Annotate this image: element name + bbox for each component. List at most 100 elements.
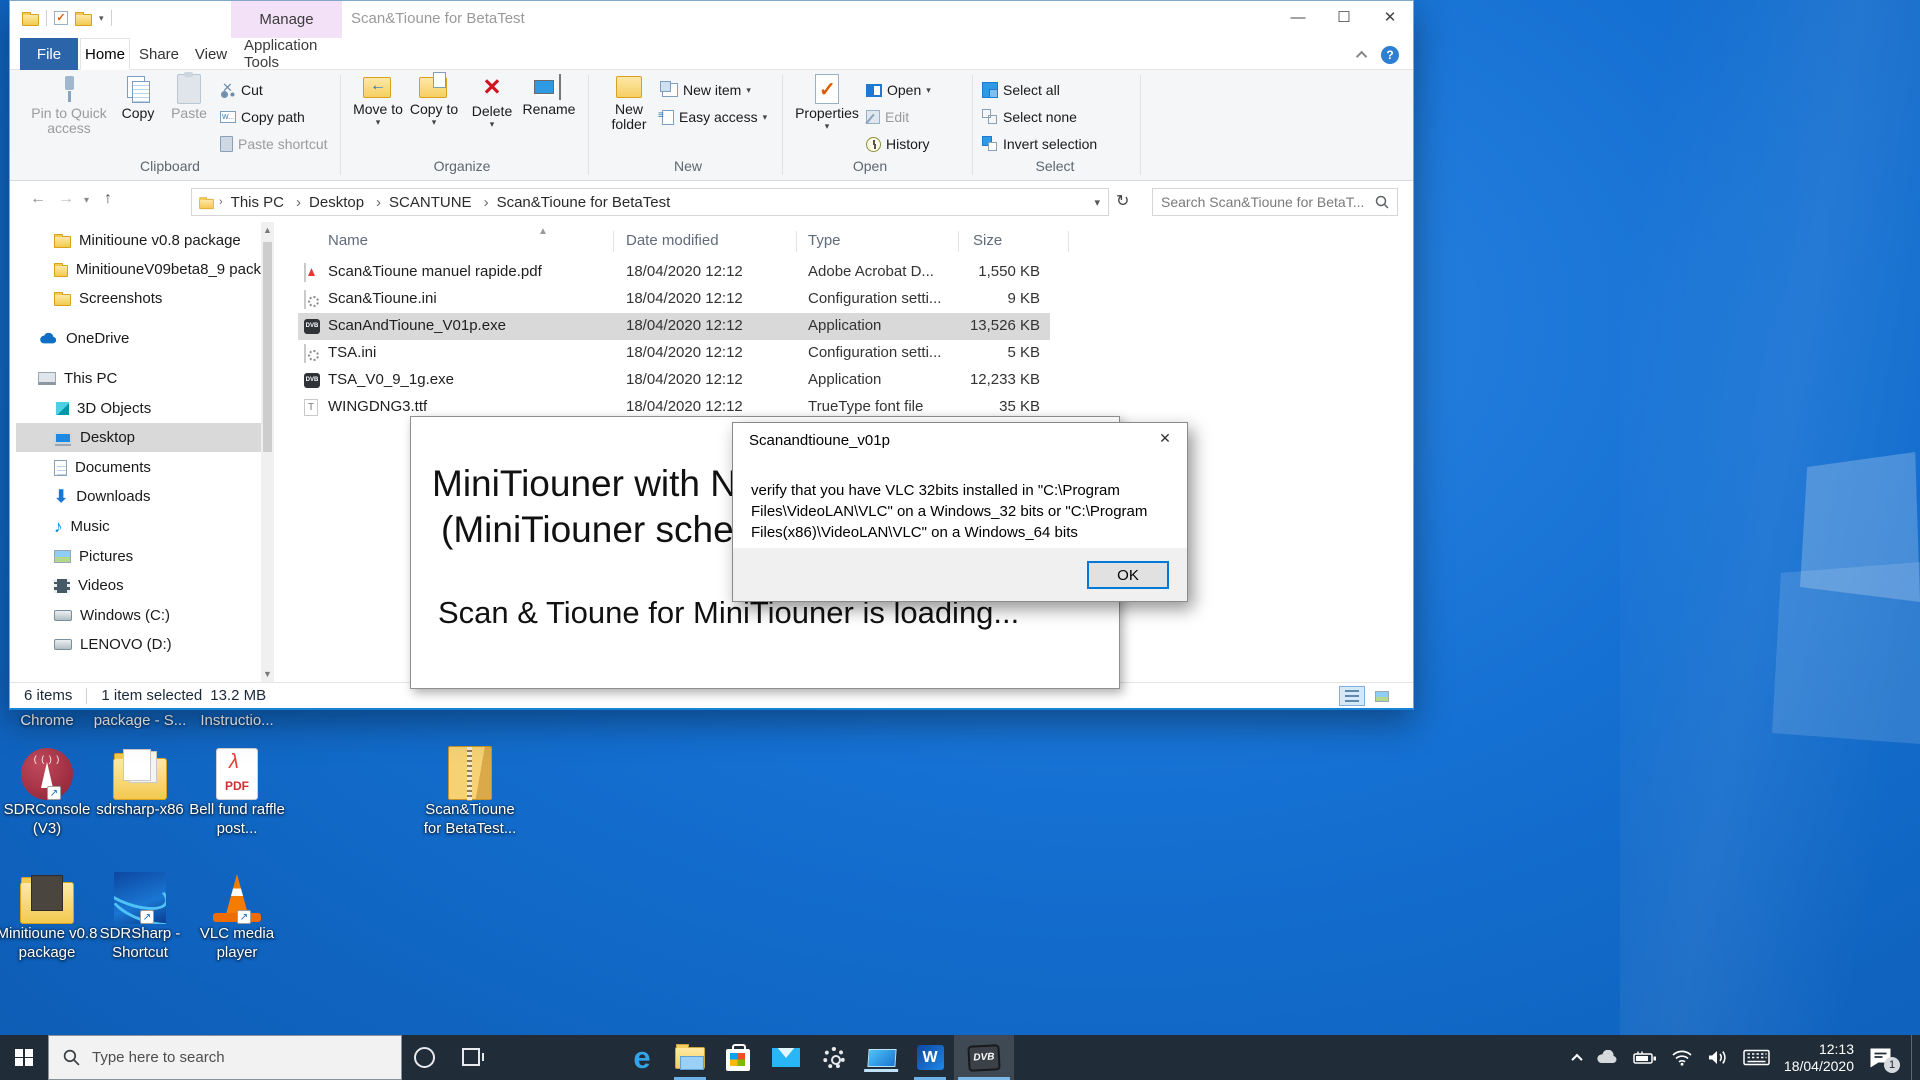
sidebar-item-videos[interactable]: Videos [16,571,261,600]
file-row-exe-selected[interactable]: DVB ScanAndTioune_V01p.exe 18/04/2020 12… [298,313,1050,340]
cut-button[interactable]: Cut [220,79,263,101]
sidebar-item-onedrive[interactable]: OneDrive [16,324,261,353]
sidebar-item-3d-objects[interactable]: 3D Objects [16,394,261,423]
copy-path-button[interactable]: W...Copy path [220,106,305,128]
details-view-button[interactable] [1339,686,1365,706]
column-header-size[interactable]: Size [973,232,1002,249]
customize-qat-arrow-icon[interactable]: ▾ [99,13,104,24]
collapse-ribbon-icon[interactable] [1356,51,1367,62]
select-all-button[interactable]: Select all [982,79,1060,101]
pin-to-quick-access-button[interactable]: Pin to Quick access [26,74,112,136]
sidebar-item-this-pc[interactable]: This PC [16,364,261,393]
desktop-icon-scantioune-zip[interactable]: Scan&Tioune for BetaTest... [415,744,525,838]
maximize-button[interactable]: ☐ [1321,1,1367,33]
rename-button[interactable]: Rename [518,74,580,117]
desktop-label-instructions[interactable]: Instructio... [182,712,292,729]
show-desktop-strip[interactable] [1911,1035,1912,1080]
refresh-icon[interactable]: ↻ [1116,191,1129,211]
properties-quick-icon[interactable]: ✓ [54,11,68,25]
taskbar-mail[interactable] [762,1035,810,1080]
close-button[interactable]: ✕ [1367,1,1413,33]
desktop-icon-vlc[interactable]: ↗ VLC media player [182,868,292,962]
clock[interactable]: 12:13 18/04/2020 [1784,1041,1854,1075]
sidebar-item-windows-c[interactable]: Windows (C:) [16,601,261,630]
new-folder-button[interactable]: New folder [602,74,656,132]
column-header-date[interactable]: Date modified [626,232,719,249]
manage-ribbon-context[interactable]: Manage [231,1,342,38]
breadcrumb-desktop[interactable]: Desktop [292,194,368,211]
tab-application-tools[interactable]: Application Tools [234,38,340,70]
battery-icon[interactable] [1633,1050,1657,1066]
open-button[interactable]: Open▾ [866,79,931,101]
taskbar-dvb-app-active[interactable]: DVB [954,1035,1014,1080]
column-header-name[interactable]: Name [328,232,368,249]
scroll-up-icon[interactable]: ▲ [263,225,272,235]
up-icon[interactable]: ↑ [104,190,112,208]
volume-icon[interactable] [1707,1049,1729,1066]
copy-to-button[interactable]: Copy to▾ [408,74,460,125]
sidebar-item-desktop[interactable]: Desktop [16,423,261,452]
scrollbar-thumb[interactable] [263,242,272,452]
desktop-icon-sdrsharp-x86[interactable]: sdrsharp-x86 [85,744,195,819]
tab-home[interactable]: Home [80,38,130,70]
action-center-icon[interactable]: 1 [1868,1046,1893,1069]
thumbnails-view-button[interactable] [1369,686,1395,706]
file-row-tsa-exe[interactable]: DVB TSA_V0_9_1g.exe 18/04/2020 12:12 App… [298,367,1050,394]
sidebar-item-documents[interactable]: Documents [16,453,261,482]
recent-locations-icon[interactable]: ▾ [84,195,89,206]
title-bar[interactable]: ✓ ▾ Manage Scan&Tioune for BetaTest — ☐ … [10,1,1413,38]
copy-button[interactable]: Copy [114,74,162,121]
cortana-icon[interactable] [414,1047,435,1068]
taskbar-store[interactable] [714,1035,762,1080]
forward-icon[interactable]: → [58,190,74,208]
breadcrumb-current[interactable]: Scan&Tioune for BetaTest [480,194,675,211]
taskbar-settings[interactable] [810,1035,858,1080]
address-dropdown-icon[interactable]: ▾ [1094,196,1108,209]
file-row-ini[interactable]: Scan&Tioune.ini 18/04/2020 12:12 Configu… [298,286,1050,313]
paste-shortcut-button[interactable]: Paste shortcut [220,133,328,155]
wifi-icon[interactable] [1671,1049,1693,1066]
tab-share[interactable]: Share [134,38,184,70]
select-none-button[interactable]: Select none [982,106,1077,128]
scroll-down-icon[interactable]: ▼ [263,669,272,679]
sidebar-item-lenovo-d[interactable]: LENOVO (D:) [16,630,261,659]
task-view-icon[interactable] [462,1048,480,1066]
desktop-label-package[interactable]: package - S... [85,712,195,729]
address-bar[interactable]: › This PC Desktop SCANTUNE Scan&Tioune f… [191,188,1109,216]
properties-button[interactable]: Properties▾ [792,74,862,129]
onedrive-tray-icon[interactable] [1595,1050,1619,1065]
breadcrumb-this-pc[interactable]: This PC [227,194,288,211]
history-button[interactable]: History [866,133,930,155]
taskbar-search-input[interactable]: Type here to search [48,1035,402,1080]
breadcrumb-scantune[interactable]: SCANTUNE [372,194,476,211]
desktop-icon-bell-fund-pdf[interactable]: Bell fund raffle post... [182,744,292,838]
help-icon[interactable]: ? [1381,46,1399,64]
easy-access-button[interactable]: Easy access▾ [662,106,767,128]
start-button[interactable] [0,1035,48,1080]
new-item-button[interactable]: New item▾ [662,79,751,101]
touch-keyboard-icon[interactable] [1743,1049,1770,1066]
sidebar-item-music[interactable]: ♪Music [16,512,261,541]
sidebar-item-downloads[interactable]: ⬇Downloads [16,482,261,511]
file-row-pdf[interactable]: Scan&Tioune manuel rapide.pdf 18/04/2020… [298,259,1050,286]
nav-scrollbar[interactable]: ▲ ▼ [261,222,274,682]
tray-expand-icon[interactable] [1571,1053,1582,1064]
search-input[interactable]: Search Scan&Tioune for BetaT... [1152,188,1398,216]
sidebar-item-minitiounev09[interactable]: MinitiouneV09beta8_9 pack [16,255,261,284]
taskbar-edge[interactable]: e [618,1035,666,1080]
minimize-button[interactable]: — [1275,1,1321,33]
new-folder-quick-icon[interactable] [75,14,92,26]
desktop-icon-sdrsharp-shortcut[interactable]: ↗ SDRSharp - Shortcut [85,868,195,962]
move-to-button[interactable]: Move to▾ [352,74,404,125]
back-icon[interactable]: ← [30,190,46,208]
ok-button[interactable]: OK [1087,561,1169,589]
taskbar-connect[interactable] [858,1035,906,1080]
taskbar-file-explorer[interactable] [666,1035,714,1080]
delete-button[interactable]: × Delete▾ [466,74,518,127]
dialog-close-icon[interactable]: ✕ [1143,423,1187,453]
invert-selection-button[interactable]: Invert selection [982,133,1097,155]
tab-file[interactable]: File [20,38,78,70]
edit-button[interactable]: Edit [866,106,909,128]
paste-button[interactable]: Paste [164,74,214,121]
sidebar-item-pictures[interactable]: Pictures [16,542,261,571]
